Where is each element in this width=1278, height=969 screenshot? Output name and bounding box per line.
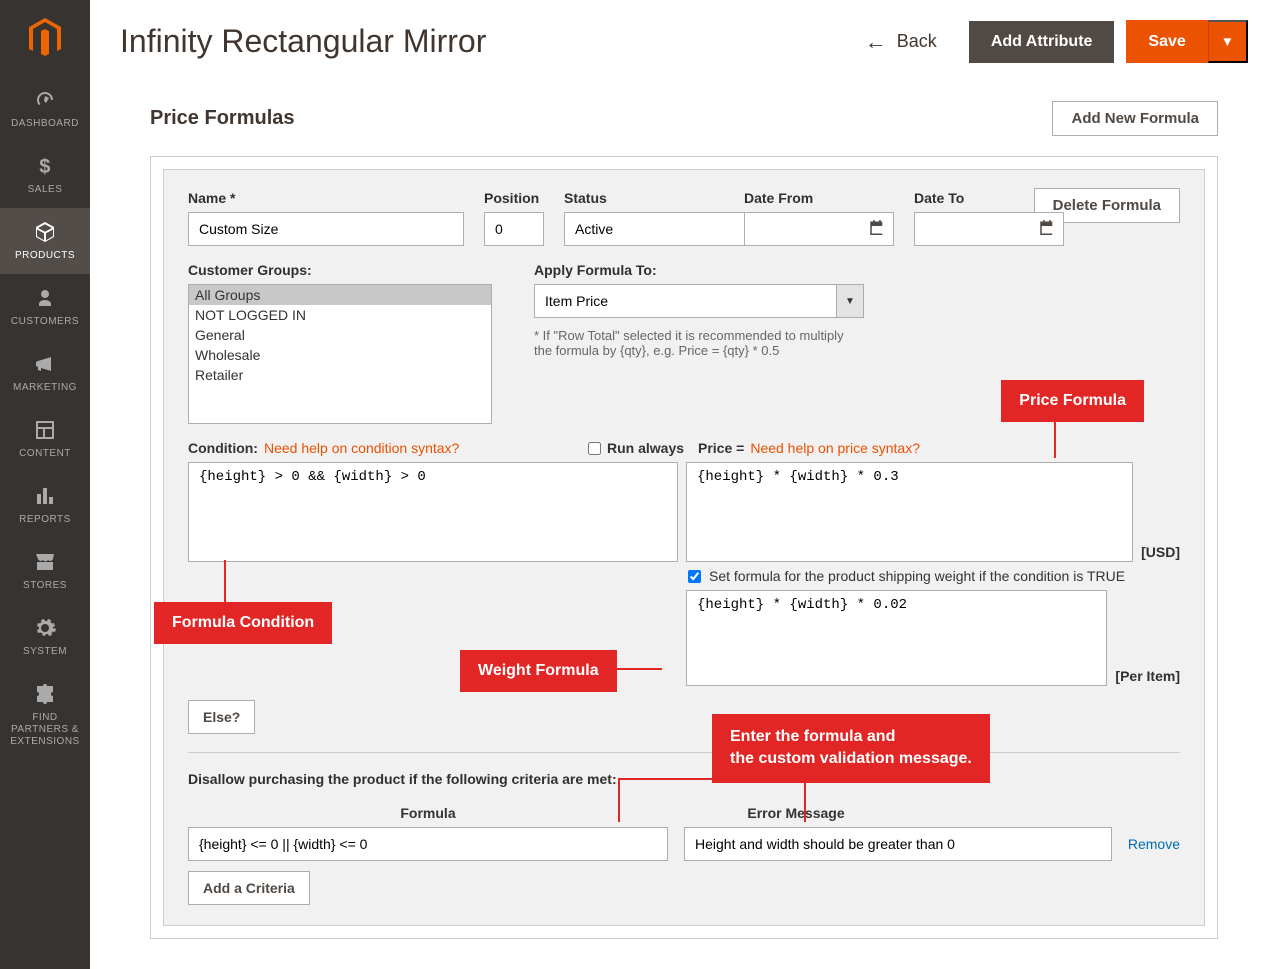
store-icon	[33, 550, 57, 574]
nav-reports[interactable]: REPORTS	[0, 472, 90, 538]
cube-icon	[33, 220, 57, 244]
apply-to-label: Apply Formula To:	[534, 262, 864, 278]
back-button[interactable]: ← Back	[865, 29, 937, 55]
svg-text:$: $	[39, 156, 51, 178]
usd-label: [USD]	[1141, 544, 1180, 562]
nav-partners[interactable]: FIND PARTNERS & EXTENSIONS	[0, 670, 90, 760]
callout-price-formula: Price Formula	[1001, 380, 1144, 422]
condition-help-link[interactable]: Need help on condition syntax?	[264, 440, 459, 456]
magento-icon	[27, 18, 63, 58]
apply-to-select[interactable]	[534, 284, 836, 318]
group-option[interactable]: All Groups	[189, 285, 491, 305]
puzzle-icon	[33, 682, 57, 706]
weight-textarea[interactable]	[686, 590, 1107, 686]
group-option[interactable]: Retailer	[189, 365, 491, 385]
callout-enter-formula: Enter the formula and the custom validat…	[712, 714, 990, 783]
criteria-formula-input[interactable]	[188, 827, 668, 861]
remove-criteria-link[interactable]: Remove	[1128, 836, 1180, 852]
nav-stores[interactable]: STORES	[0, 538, 90, 604]
add-criteria-button[interactable]: Add a Criteria	[188, 871, 310, 905]
else-button[interactable]: Else?	[188, 700, 255, 734]
save-dropdown-toggle[interactable]: ▼	[1208, 20, 1248, 63]
calendar-icon[interactable]	[1038, 219, 1056, 240]
apply-to-hint: * If "Row Total" selected it is recommen…	[534, 328, 864, 358]
caret-down-icon: ▼	[1221, 34, 1234, 49]
position-input[interactable]	[484, 212, 544, 246]
nav-system[interactable]: SYSTEM	[0, 604, 90, 670]
caret-down-icon: ▼	[845, 296, 855, 307]
nav-customers[interactable]: CUSTOMERS	[0, 274, 90, 340]
group-option[interactable]: General	[189, 325, 491, 345]
person-icon	[33, 286, 57, 310]
formula-panel: Delete Formula Name * Position Status	[150, 156, 1218, 939]
status-select[interactable]	[564, 212, 766, 246]
calendar-icon[interactable]	[868, 219, 886, 240]
callout-formula-condition: Formula Condition	[154, 602, 332, 644]
dollar-icon: $	[33, 154, 57, 178]
run-always-label: Run always	[607, 440, 684, 456]
date-from-label: Date From	[744, 190, 894, 206]
nav-marketing[interactable]: MARKETING	[0, 340, 90, 406]
status-label: Status	[564, 190, 684, 206]
price-help-link[interactable]: Need help on price syntax?	[750, 440, 920, 456]
nav-dashboard[interactable]: DASHBOARD	[0, 76, 90, 142]
main-content: Infinity Rectangular Mirror ← Back Add A…	[90, 0, 1278, 969]
condition-textarea[interactable]	[188, 462, 678, 562]
customer-groups-label: Customer Groups:	[188, 262, 492, 278]
group-option[interactable]: Wholesale	[189, 345, 491, 365]
nav-sales[interactable]: $ SALES	[0, 142, 90, 208]
gauge-icon	[33, 88, 57, 112]
weight-formula-checkbox[interactable]	[688, 570, 701, 583]
price-label: Price =	[698, 440, 744, 456]
criteria-error-input[interactable]	[684, 827, 1112, 861]
condition-label: Condition:	[188, 440, 258, 456]
error-column-label: Error Message	[668, 799, 924, 827]
add-attribute-button[interactable]: Add Attribute	[969, 21, 1115, 63]
group-option[interactable]: NOT LOGGED IN	[189, 305, 491, 325]
layout-icon	[33, 418, 57, 442]
formula-column-label: Formula	[188, 799, 668, 827]
nav-content[interactable]: CONTENT	[0, 406, 90, 472]
section-title: Price Formulas	[150, 107, 295, 130]
megaphone-icon	[33, 352, 57, 376]
save-button-group: Save ▼	[1126, 20, 1248, 63]
customer-groups-listbox[interactable]: All Groups NOT LOGGED IN General Wholesa…	[188, 284, 492, 424]
header-actions: ← Back Add Attribute Save ▼	[865, 20, 1248, 63]
bars-icon	[33, 484, 57, 508]
add-formula-button[interactable]: Add New Formula	[1052, 101, 1218, 136]
admin-sidebar: DASHBOARD $ SALES PRODUCTS CUSTOMERS MAR…	[0, 0, 90, 969]
name-input[interactable]	[188, 212, 464, 246]
callout-weight-formula: Weight Formula	[460, 650, 617, 692]
magento-logo[interactable]	[0, 0, 90, 76]
section-header: Price Formulas Add New Formula	[120, 91, 1248, 156]
page-header: Infinity Rectangular Mirror ← Back Add A…	[120, 0, 1248, 91]
price-textarea[interactable]	[686, 462, 1133, 562]
nav-products[interactable]: PRODUCTS	[0, 208, 90, 274]
position-label: Position	[484, 190, 544, 206]
save-button[interactable]: Save	[1126, 20, 1207, 63]
formula-panel-inner: Delete Formula Name * Position Status	[163, 169, 1205, 926]
apply-to-dropdown-toggle[interactable]: ▼	[836, 284, 864, 318]
per-item-label: [Per Item]	[1115, 668, 1180, 686]
page-title: Infinity Rectangular Mirror	[120, 23, 486, 60]
run-always-checkbox[interactable]	[588, 442, 601, 455]
arrow-left-icon: ←	[865, 29, 887, 55]
gear-icon	[33, 616, 57, 640]
weight-formula-label: Set formula for the product shipping wei…	[709, 568, 1125, 584]
name-label: Name *	[188, 190, 464, 206]
